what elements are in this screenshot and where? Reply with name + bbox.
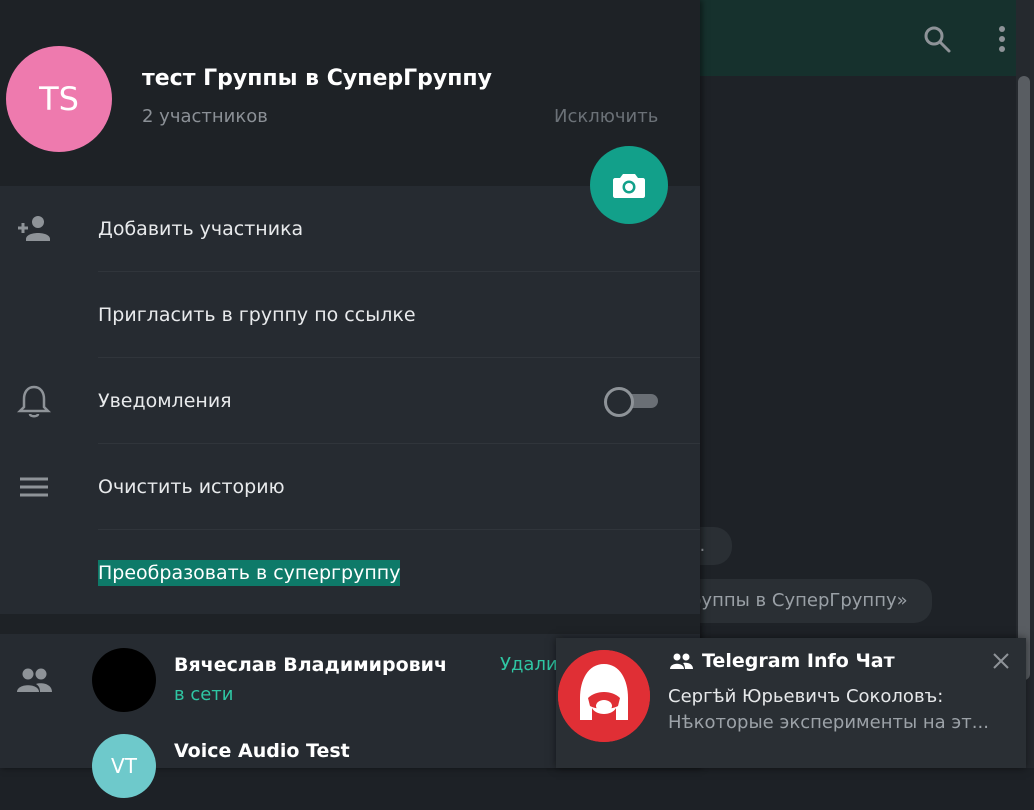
more-vert-icon[interactable] [992, 24, 1012, 54]
scrollbar-thumb[interactable] [1018, 76, 1030, 680]
member-name: Voice Audio Test [174, 740, 350, 762]
chat-topbar [700, 0, 1018, 76]
member-name: Вячеслав Владимирович [174, 654, 448, 676]
clear-history-row[interactable]: Очистить историю [0, 444, 700, 530]
section-separator [0, 614, 700, 634]
group-title: тест Группы в СуперГруппу [142, 66, 492, 91]
toast-message: Нѣкоторые эксперименты на эт... [668, 712, 989, 733]
menu-lines-icon [20, 477, 48, 497]
close-icon[interactable] [992, 652, 1010, 670]
member-status: в сети [174, 684, 234, 705]
notification-toast[interactable]: Telegram Info Чат Сергѣй Юрьевичъ Соколо… [556, 638, 1026, 768]
avatar[interactable]: VT [92, 734, 156, 798]
clear-history-label: Очистить историю [98, 476, 285, 498]
invite-link-label: Пригласить в группу по ссылке [98, 304, 416, 326]
avatar[interactable] [92, 648, 156, 712]
search-icon[interactable] [922, 24, 952, 54]
bell-icon [16, 385, 52, 418]
panel-header: TS тест Группы в СуперГруппу 2 участнико… [0, 0, 700, 186]
service-message-bubble: руппы в СуперГруппу» [680, 579, 932, 623]
group-people-icon [670, 653, 693, 669]
convert-supergroup-row[interactable]: Преобразовать в супергруппу [0, 530, 700, 616]
toggle-knob [604, 387, 634, 417]
add-member-label: Добавить участника [98, 218, 304, 240]
camera-icon [613, 174, 645, 198]
notifications-row[interactable]: Уведомления [0, 358, 700, 444]
chat-avatar [558, 650, 650, 742]
convert-supergroup-label: Преобразовать в супергруппу [98, 530, 401, 616]
group-members-count: 2 участников [142, 106, 268, 127]
notifications-toggle[interactable] [604, 387, 660, 417]
convert-supergroup-text: Преобразовать в супергруппу [98, 560, 401, 586]
group-avatar[interactable]: TS [6, 46, 112, 152]
notifications-label: Уведомления [98, 390, 232, 412]
invite-link-row[interactable]: Пригласить в группу по ссылке [0, 272, 700, 358]
kick-member-link[interactable]: Исключить [554, 106, 658, 127]
add-person-icon [18, 216, 50, 241]
toast-chat-title: Telegram Info Чат [702, 650, 895, 672]
toast-sender: Сергѣй Юрьевичъ Соколовъ: [668, 686, 944, 707]
set-photo-button[interactable] [590, 146, 668, 224]
